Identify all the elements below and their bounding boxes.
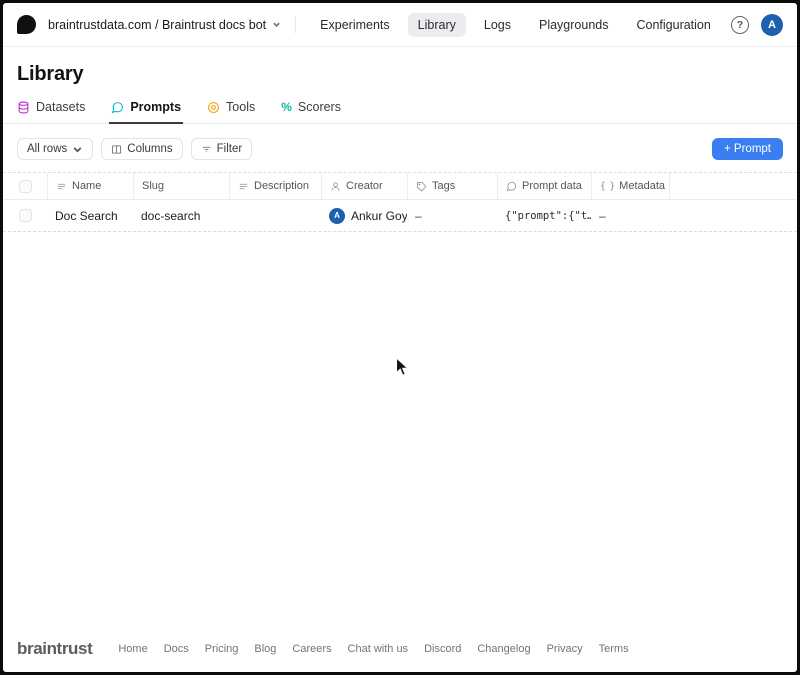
new-prompt-button[interactable]: + Prompt [712,138,783,160]
chevron-down-icon [72,144,83,155]
empty-area [3,232,797,626]
person-icon [330,181,341,192]
nav-item-playgrounds[interactable]: Playgrounds [529,13,619,37]
cell-metadata[interactable]: – [591,209,669,223]
tab-label: Datasets [36,100,85,114]
columns-icon [111,144,122,155]
column-header-spacer [669,173,797,199]
table-row[interactable]: Doc Search doc-search A Ankur Goyal – {"… [3,200,797,232]
column-header-prompt-data[interactable]: Prompt data [497,173,591,199]
filter-button[interactable]: Filter [191,138,253,160]
footer: braintrust Home Docs Pricing Blog Career… [3,626,797,672]
nav-item-experiments[interactable]: Experiments [310,13,399,37]
filter-icon [201,144,212,155]
percent-icon: % [281,100,292,114]
columns-button[interactable]: Columns [101,138,182,160]
braces-icon: { } [600,181,614,192]
nav-divider [295,16,296,33]
help-icon[interactable]: ? [731,16,749,34]
tab-label: Tools [226,100,255,114]
cell-creator[interactable]: A Ankur Goyal [321,208,407,224]
user-avatar[interactable]: A [761,14,783,36]
text-icon [56,181,67,192]
column-header-metadata[interactable]: { } Metadata [591,173,669,199]
chat-bubble-icon [111,101,124,114]
tab-label: Scorers [298,100,341,114]
footer-link-privacy[interactable]: Privacy [547,643,583,655]
column-header-creator[interactable]: Creator [321,173,407,199]
tools-icon [207,101,220,114]
library-tabs: Datasets Prompts Tools % Scorers [3,100,797,124]
rows-filter-dropdown[interactable]: All rows [17,138,93,160]
tab-prompts[interactable]: Prompts [111,100,181,123]
footer-link-pricing[interactable]: Pricing [205,643,239,655]
tab-scorers[interactable]: % Scorers [281,100,341,123]
column-header-description[interactable]: Description [229,173,321,199]
footer-link-terms[interactable]: Terms [599,643,629,655]
org-project-switcher[interactable]: braintrustdata.com / Braintrust docs bot [48,18,281,32]
footer-link-docs[interactable]: Docs [164,643,189,655]
braintrust-wordmark: braintrust [17,639,92,659]
nav-item-library[interactable]: Library [408,13,466,37]
columns-label: Columns [127,143,172,155]
cell-prompt-data[interactable]: {"prompt":{"t… [497,210,591,222]
table-toolbar: All rows Columns Filter + Prompt [3,124,797,172]
cell-tags[interactable]: – [407,209,497,223]
database-icon [17,101,30,114]
braintrust-logo-icon[interactable] [17,15,36,34]
column-header-slug[interactable]: Slug [133,173,229,199]
select-all-checkbox[interactable] [19,180,32,193]
chat-bubble-icon [506,181,517,192]
tag-icon [416,181,427,192]
nav-item-logs[interactable]: Logs [474,13,521,37]
rows-filter-label: All rows [27,143,67,155]
cell-name[interactable]: Doc Search [47,209,133,223]
footer-link-blog[interactable]: Blog [254,643,276,655]
row-checkbox[interactable] [19,209,32,222]
tab-label: Prompts [130,100,181,114]
filter-label: Filter [217,143,243,155]
breadcrumb: braintrustdata.com / Braintrust docs bot [48,18,266,32]
tab-tools[interactable]: Tools [207,100,255,123]
nav-item-configuration[interactable]: Configuration [626,13,720,37]
page-title: Library [3,47,797,100]
column-header-tags[interactable]: Tags [407,173,497,199]
creator-avatar: A [329,208,345,224]
tab-datasets[interactable]: Datasets [17,100,85,123]
top-nav: braintrustdata.com / Braintrust docs bot… [3,3,797,47]
footer-link-discord[interactable]: Discord [424,643,461,655]
app-window: braintrustdata.com / Braintrust docs bot… [0,0,800,675]
text-icon [238,181,249,192]
footer-link-chat[interactable]: Chat with us [348,643,409,655]
column-header-name[interactable]: Name [47,173,133,199]
table-header: Name Slug Description Creator Tags Promp… [3,172,797,200]
chevron-down-icon [272,20,281,29]
footer-link-careers[interactable]: Careers [292,643,331,655]
creator-name: Ankur Goyal [351,209,407,223]
footer-link-changelog[interactable]: Changelog [477,643,530,655]
cell-slug[interactable]: doc-search [133,209,229,223]
footer-link-home[interactable]: Home [118,643,147,655]
